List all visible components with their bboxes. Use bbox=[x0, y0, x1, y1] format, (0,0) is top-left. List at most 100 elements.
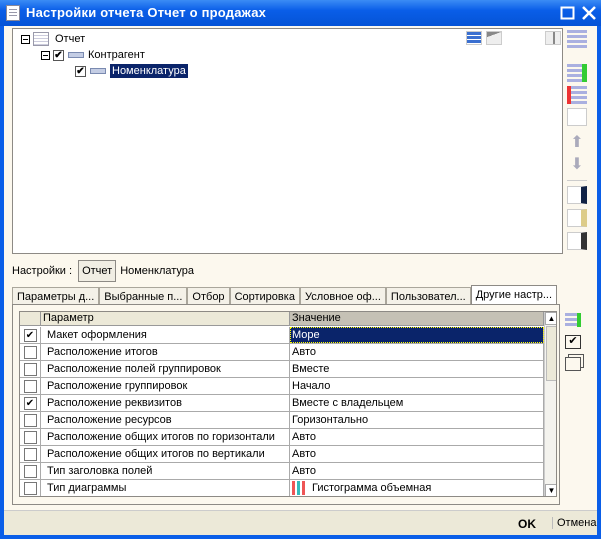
wrench-icon[interactable] bbox=[545, 31, 561, 45]
edit-parameter-icon[interactable] bbox=[565, 313, 581, 327]
tab-other-settings[interactable]: Другие настр... bbox=[470, 285, 558, 305]
tree-checkbox[interactable]: ✔ bbox=[75, 65, 86, 77]
row-checkbox[interactable]: ✔ bbox=[23, 328, 37, 342]
restore-settings-icon[interactable] bbox=[567, 186, 587, 204]
table-row[interactable]: Расположение общих итогов по горизонтали… bbox=[20, 429, 544, 446]
row-checkbox[interactable]: ✔ bbox=[23, 396, 37, 410]
structure-tree[interactable]: Отчет ✔ Контрагент ✔ Номенклатура bbox=[12, 28, 563, 254]
save-settings-icon[interactable] bbox=[567, 232, 587, 250]
parameter-cell[interactable]: Расположение общих итогов по вертикали bbox=[41, 446, 290, 462]
close-button[interactable] bbox=[580, 4, 598, 22]
parameter-cell[interactable]: Расположение реквизитов bbox=[41, 395, 290, 411]
parameter-cell[interactable]: Расположение итогов bbox=[41, 344, 290, 360]
uncheck-all-icon[interactable] bbox=[565, 357, 581, 371]
parameter-cell[interactable]: Расположение ресурсов bbox=[41, 412, 290, 428]
tab-bar: Параметры д... Выбранные п... Отбор Сорт… bbox=[12, 285, 558, 305]
parameter-name: Расположение группировок bbox=[47, 380, 188, 392]
settings-value[interactable]: Номенклатура bbox=[120, 265, 194, 277]
value-cell[interactable]: Авто bbox=[290, 429, 544, 445]
scroll-down-button[interactable]: ▼ bbox=[545, 484, 556, 496]
table-row[interactable]: ✔ Расположение реквизитов Вместе с владель… bbox=[20, 395, 544, 412]
tab-selected-fields[interactable]: Выбранные п... bbox=[99, 287, 188, 305]
parameter-value: Авто bbox=[292, 346, 316, 358]
header-value[interactable]: Значение bbox=[290, 312, 544, 325]
header-parameter[interactable]: Параметр bbox=[41, 312, 290, 325]
row-checkbox-cell bbox=[20, 378, 41, 394]
tab-user-fields[interactable]: Пользовател... bbox=[385, 287, 471, 305]
parameter-value: Авто bbox=[292, 465, 316, 477]
parameters-grid: Параметр Значение ✔ Макет оформления Море Р… bbox=[19, 311, 557, 497]
header-check bbox=[20, 312, 41, 325]
table-row[interactable]: Тип заголовка полей Авто bbox=[20, 463, 544, 480]
table-row[interactable]: Расположение ресурсов Горизонтально bbox=[20, 412, 544, 429]
parameter-value: Горизонтально bbox=[292, 414, 369, 426]
row-checkbox[interactable] bbox=[23, 345, 37, 359]
row-checkbox[interactable] bbox=[23, 413, 37, 427]
move-up-icon[interactable]: ⬆ bbox=[567, 132, 587, 151]
tree-node-counterparty[interactable]: ✔ Контрагент bbox=[41, 47, 145, 63]
title-bar: Настройки отчета Отчет о продажах bbox=[0, 0, 601, 26]
tree-node-report[interactable]: Отчет bbox=[21, 31, 85, 47]
add-grouping-icon[interactable] bbox=[567, 30, 587, 48]
records-icon[interactable] bbox=[466, 31, 482, 45]
bar-chart-icon bbox=[292, 481, 308, 495]
parameter-cell[interactable]: Макет оформления bbox=[41, 327, 290, 343]
tab-data-parameters[interactable]: Параметры д... bbox=[12, 287, 100, 305]
ok-button[interactable]: OK bbox=[518, 517, 536, 531]
report-settings-window: Настройки отчета Отчет о продажах Отчет … bbox=[0, 0, 601, 539]
value-cell[interactable]: Вместе bbox=[290, 361, 544, 377]
value-cell[interactable]: Горизонтально bbox=[290, 412, 544, 428]
wizard-icon[interactable] bbox=[567, 108, 587, 126]
value-cell[interactable]: Гистограмма объемная bbox=[290, 480, 544, 496]
collapse-icon[interactable] bbox=[41, 50, 50, 60]
parameter-value: Море bbox=[292, 329, 320, 341]
parameter-cell[interactable]: Тип диаграммы bbox=[41, 480, 290, 496]
value-cell[interactable]: Море bbox=[290, 327, 544, 343]
row-checkbox[interactable] bbox=[23, 379, 37, 393]
table-row[interactable]: Расположение полей группировок Вместе bbox=[20, 361, 544, 378]
table-row[interactable]: Расположение группировок Начало bbox=[20, 378, 544, 395]
tree-node-label: Отчет bbox=[55, 33, 86, 45]
parameter-name: Расположение итогов bbox=[47, 346, 158, 358]
scroll-up-button[interactable]: ▲ bbox=[545, 312, 556, 325]
scroll-thumb[interactable] bbox=[546, 326, 556, 381]
row-checkbox-cell bbox=[20, 480, 41, 496]
tab-conditional-format[interactable]: Условное оф... bbox=[299, 287, 386, 305]
value-cell[interactable]: Авто bbox=[290, 463, 544, 479]
report-icon bbox=[33, 32, 49, 46]
vertical-scrollbar[interactable]: ▲ ▼ bbox=[544, 312, 556, 496]
delete-grouping-icon[interactable] bbox=[567, 86, 587, 104]
value-cell[interactable]: Вместе с владельцем bbox=[290, 395, 544, 411]
value-cell[interactable]: Авто bbox=[290, 344, 544, 360]
tree-checkbox[interactable]: ✔ bbox=[53, 49, 64, 61]
tab-filter[interactable]: Отбор bbox=[187, 287, 230, 305]
row-checkbox[interactable] bbox=[23, 430, 37, 444]
table-row[interactable]: Расположение общих итогов по вертикали Ав… bbox=[20, 446, 544, 463]
tab-sorting[interactable]: Сортировка bbox=[229, 287, 300, 305]
parameter-cell[interactable]: Тип заголовка полей bbox=[41, 463, 290, 479]
edit-grouping-icon[interactable] bbox=[567, 64, 587, 82]
collapse-icon[interactable] bbox=[21, 34, 30, 44]
filter-icon[interactable] bbox=[486, 31, 502, 45]
row-checkbox[interactable] bbox=[23, 464, 37, 478]
parameter-cell[interactable]: Расположение полей группировок bbox=[41, 361, 290, 377]
value-cell[interactable]: Начало bbox=[290, 378, 544, 394]
parameter-cell[interactable]: Расположение группировок bbox=[41, 378, 290, 394]
move-down-icon[interactable]: ⬇ bbox=[567, 154, 587, 173]
row-checkbox[interactable] bbox=[23, 447, 37, 461]
value-cell[interactable]: Авто bbox=[290, 446, 544, 462]
parameter-cell[interactable]: Расположение общих итогов по горизонтали bbox=[41, 429, 290, 445]
row-checkbox[interactable] bbox=[23, 481, 37, 495]
row-checkbox[interactable] bbox=[23, 362, 37, 376]
table-row[interactable]: Тип диаграммы Гистограмма объемная bbox=[20, 480, 544, 496]
maximize-button[interactable] bbox=[559, 4, 577, 22]
check-all-icon[interactable]: ✔ bbox=[565, 335, 581, 349]
tree-node-nomenclature[interactable]: ✔ Номенклатура bbox=[75, 63, 188, 79]
cancel-button[interactable]: Отмена bbox=[552, 517, 596, 529]
parameter-name: Тип диаграммы bbox=[47, 482, 127, 494]
table-row[interactable]: ✔ Макет оформления Море bbox=[20, 327, 544, 344]
load-settings-icon[interactable] bbox=[567, 209, 587, 227]
table-row[interactable]: Расположение итогов Авто bbox=[20, 344, 544, 361]
settings-report-button[interactable]: Отчет bbox=[78, 260, 117, 282]
row-checkbox-cell bbox=[20, 429, 41, 445]
